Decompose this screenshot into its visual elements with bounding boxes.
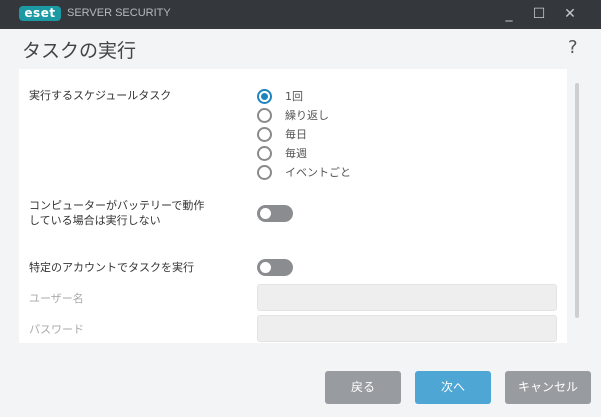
help-button[interactable]: ? <box>568 37 578 58</box>
account-toggle[interactable] <box>257 259 293 276</box>
radio-label: 1回 <box>285 90 303 103</box>
radio-icon <box>257 145 272 161</box>
radio-icon <box>257 164 272 180</box>
battery-label-line1: コンピューターがバッテリーで動作 <box>29 199 205 212</box>
radio-daily[interactable]: 毎日 <box>257 126 307 142</box>
radio-label: 繰り返し <box>285 109 329 122</box>
password-input[interactable] <box>257 315 557 342</box>
radio-repeat[interactable]: 繰り返し <box>257 107 329 123</box>
radio-label: 毎週 <box>285 147 307 160</box>
next-button[interactable]: 次へ <box>415 371 491 404</box>
radio-once[interactable]: 1回 <box>257 88 303 104</box>
battery-toggle[interactable] <box>257 205 293 222</box>
radio-label: イベントごと <box>285 166 351 179</box>
cancel-button[interactable]: キャンセル <box>505 371 591 404</box>
battery-label-line2: している場合は実行しない <box>29 214 161 227</box>
minimize-button[interactable]: _ <box>499 4 519 24</box>
radio-event[interactable]: イベントごと <box>257 164 351 180</box>
maximize-button[interactable]: ☐ <box>529 4 549 24</box>
radio-selected-icon <box>257 88 272 104</box>
page-title: タスクの実行 <box>22 40 137 62</box>
close-button[interactable]: ✕ <box>560 4 580 24</box>
radio-weekly[interactable]: 毎週 <box>257 145 307 161</box>
radio-icon <box>257 126 272 142</box>
password-label: パスワード <box>29 323 84 336</box>
product-name: SERVER SECURITY <box>67 7 171 19</box>
title-bar: eset SERVER SECURITY _ ☐ ✕ <box>0 0 601 29</box>
eset-logo: eset <box>19 6 61 21</box>
scrollbar[interactable] <box>575 83 579 318</box>
username-input[interactable] <box>257 284 557 311</box>
schedule-label: 実行するスケジュールタスク <box>29 89 172 102</box>
radio-icon <box>257 107 272 123</box>
username-label: ユーザー名 <box>29 292 84 305</box>
radio-label: 毎日 <box>285 128 307 141</box>
battery-label: コンピューターがバッテリーで動作 している場合は実行しない <box>29 198 204 228</box>
back-button[interactable]: 戻る <box>325 371 401 404</box>
account-label: 特定のアカウントでタスクを実行 <box>29 261 194 274</box>
